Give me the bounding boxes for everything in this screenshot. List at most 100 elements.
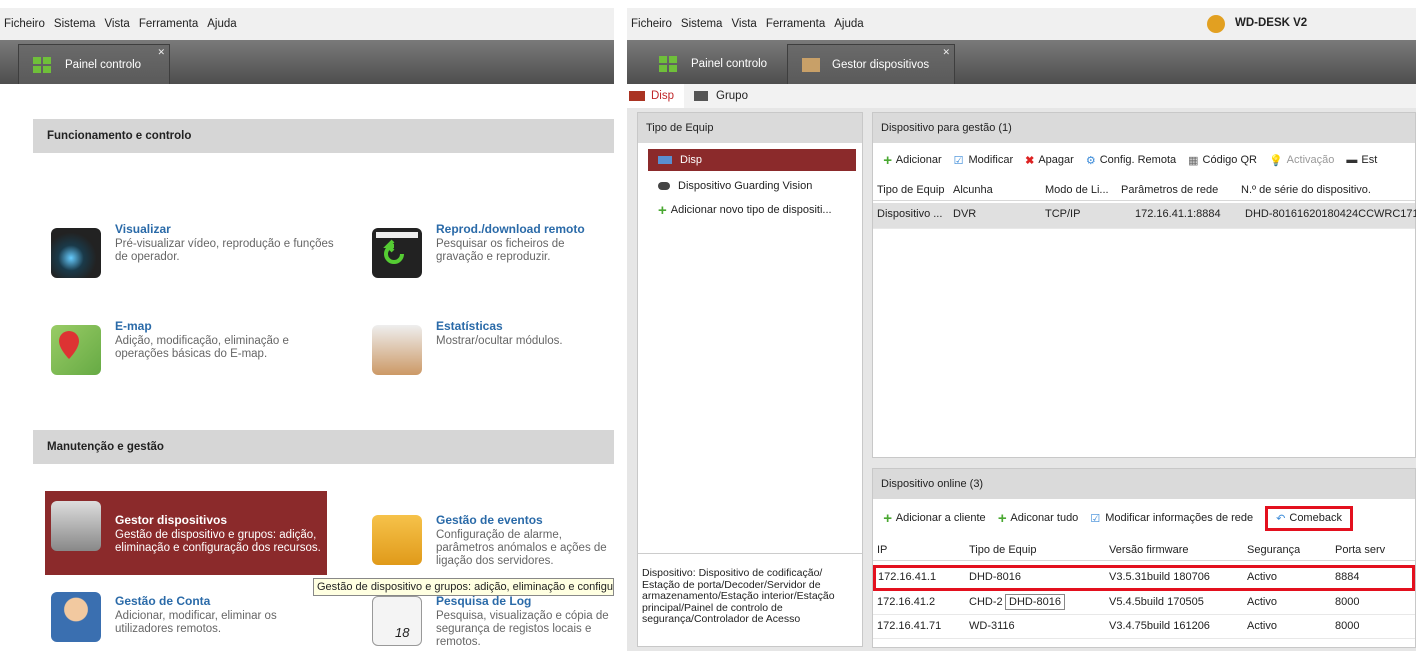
table-row[interactable]: 172.16.41.1 DHD-8016 V3.5.31build 180706… (873, 565, 1415, 591)
device-type-description: Dispositivo: Dispositivo de codificação/… (642, 567, 835, 625)
module-title: Gestor dispositivos (115, 513, 228, 527)
device-icon (658, 182, 670, 190)
tree-item-label: Disp (680, 154, 703, 166)
cell: 172.16.41.1:8884 (1135, 208, 1221, 220)
menu-ajuda[interactable]: Ajuda (834, 18, 863, 30)
panel-title: Dispositivo para gestão (1) (873, 113, 1415, 143)
tab-painel-controlo[interactable]: Painel controlo ✕ (18, 44, 170, 84)
log-calendar-icon: 18 (372, 596, 422, 646)
menu-vista[interactable]: Vista (731, 18, 756, 30)
column-header[interactable]: Porta serv (1335, 544, 1385, 556)
tree-item-label: Adicionar novo tipo de dispositi... (670, 204, 832, 216)
remote-config-button[interactable]: ⚙ Config. Remota (1086, 154, 1176, 167)
column-header[interactable]: IP (877, 544, 887, 556)
module-desc: Mostrar/ocultar módulos. (436, 335, 563, 347)
button-label: Est (1361, 154, 1378, 166)
button-label: Comeback (1289, 512, 1342, 524)
column-header[interactable]: Tipo de Equip (969, 544, 1036, 556)
menu-ficheiro[interactable]: Ficheiro (631, 18, 672, 30)
tree-item-add-type[interactable]: + Adicionar novo tipo de dispositi... (648, 199, 832, 221)
module-title: Pesquisa de Log (436, 594, 532, 608)
menu-bar: Ficheiro Sistema Vista Ferramenta Ajuda … (627, 8, 1416, 40)
add-button[interactable]: + Adicionar (883, 152, 942, 169)
subtab-grupo[interactable]: Grupo (684, 90, 758, 102)
undo-icon: ↶ (1276, 512, 1286, 525)
module-visualizar[interactable]: Visualizar Pré-visualizar vídeo, reprodu… (45, 218, 335, 298)
module-desc: Adicionar, modificar, eliminar os utiliz… (115, 610, 277, 635)
cell: WD-3116 (969, 620, 1015, 632)
cell: V5.4.5build 170505 (1109, 596, 1204, 608)
panel-grid-icon (33, 56, 51, 73)
column-header[interactable]: Tipo de Equip (877, 184, 944, 196)
column-header[interactable]: Alcunha (953, 184, 993, 196)
subtab-disp[interactable]: Disp (627, 84, 685, 108)
user-account-icon (51, 592, 101, 642)
menu-bar: Ficheiro Sistema Vista Ferramenta Ajuda (0, 8, 614, 40)
cell: CHD-2 (969, 596, 1003, 608)
modify-network-button[interactable]: ☑ Modificar informações de rede (1090, 512, 1253, 525)
tree-item-disp[interactable]: Disp (648, 149, 856, 171)
app-logo-icon (1207, 15, 1225, 33)
table-row[interactable]: 172.16.41.2 CHD-2 V5.4.5build 170505 Act… (873, 591, 1415, 615)
table-row[interactable]: Dispositivo ... DVR TCP/IP 172.16.41.1:8… (873, 203, 1416, 229)
menu-sistema[interactable]: Sistema (681, 18, 723, 30)
table-row[interactable]: 172.16.41.71 WD-3116 V3.4.75build 161206… (873, 615, 1415, 639)
module-title: Reprod./download remoto (436, 222, 585, 236)
edit-icon: ☑ (1090, 512, 1101, 525)
sub-tabs: Disp Grupo (627, 84, 1416, 108)
tab-label: Painel controlo (691, 58, 768, 70)
add-all-button[interactable]: + Adiconar tudo (998, 510, 1079, 527)
column-header[interactable]: N.º de série do dispositivo. (1241, 184, 1371, 196)
column-header[interactable]: Versão firmware (1109, 544, 1188, 556)
plus-icon: + (883, 509, 892, 527)
module-desc: Pré-visualizar vídeo, reprodução e funçõ… (115, 238, 334, 263)
close-icon[interactable]: ✕ (942, 47, 950, 58)
module-title: Gestão de eventos (436, 513, 543, 527)
menu-ferramenta[interactable]: Ferramenta (139, 18, 198, 30)
delete-icon: ✖ (1025, 154, 1035, 167)
module-gestor-dispositivos[interactable]: Gestor dispositivos Gestão de dispositiv… (45, 491, 327, 575)
tree-item-guarding-vision[interactable]: Dispositivo Guarding Vision (648, 175, 812, 197)
panel-grid-icon (659, 56, 677, 72)
tab-painel-controlo[interactable]: Painel controlo (645, 44, 785, 84)
close-icon[interactable]: ✕ (157, 47, 165, 58)
status-button[interactable]: ▬ Est (1346, 154, 1377, 166)
module-pesquisa-log[interactable]: 18 Pesquisa de Log Pesquisa, visualizaçã… (366, 590, 614, 651)
module-gestao-conta[interactable]: Gestão de Conta Adicionar, modificar, el… (45, 590, 335, 651)
delete-button[interactable]: ✖ Apagar (1025, 154, 1074, 167)
menu-ferramenta[interactable]: Ferramenta (766, 18, 825, 30)
button-label: Activação (1286, 154, 1335, 166)
menu-sistema[interactable]: Sistema (54, 18, 96, 30)
cell: DHD-80161620180424CCWRC17102 (1245, 208, 1416, 220)
menu-ficheiro[interactable]: Ficheiro (4, 18, 45, 30)
modify-button[interactable]: ☑ Modificar (954, 154, 1014, 167)
module-title: Gestão de Conta (115, 594, 211, 608)
device-icon (629, 91, 645, 101)
activation-button[interactable]: 💡 Activação (1269, 154, 1334, 167)
camera-view-icon (51, 228, 101, 278)
section-title: Manutenção e gestão (47, 441, 164, 453)
event-folder-icon (372, 515, 422, 565)
column-header[interactable]: Modo de Li... (1045, 184, 1109, 196)
cell: Activo (1247, 620, 1277, 632)
section-funcionamento: Funcionamento e controlo (33, 119, 614, 153)
button-label: Modificar informações de rede (1105, 512, 1254, 524)
module-reprod[interactable]: Reprod./download remoto Pesquisar os fic… (366, 218, 614, 298)
control-panel-window: Ficheiro Sistema Vista Ferramenta Ajuda … (0, 0, 614, 651)
module-gestao-eventos[interactable]: Gestão de eventos Configuração de alarme… (366, 505, 614, 585)
module-estatisticas[interactable]: Estatísticas Mostrar/ocultar módulos. (366, 315, 614, 395)
tab-gestor-dispositivos[interactable]: Gestor dispositivos ✕ (787, 44, 955, 84)
device-manager-window: Ficheiro Sistema Vista Ferramenta Ajuda … (627, 0, 1416, 651)
online-table-header: IP Tipo de Equip Versão firmware Seguran… (873, 539, 1415, 561)
comeback-button[interactable]: ↶ Comeback (1265, 505, 1353, 531)
plus-icon: + (997, 509, 1007, 527)
menu-ajuda[interactable]: Ajuda (207, 18, 236, 30)
subtab-label: Disp (651, 90, 675, 102)
column-header[interactable]: Segurança (1247, 544, 1300, 556)
column-header[interactable]: Parâmetros de rede (1121, 184, 1218, 196)
qr-code-button[interactable]: ▦ Código QR (1188, 154, 1257, 167)
add-to-client-button[interactable]: + Adicionar a cliente (883, 510, 986, 527)
tree-item-label: Dispositivo Guarding Vision (678, 180, 813, 192)
module-emap[interactable]: E-map Adição, modificação, eliminação e … (45, 315, 335, 395)
menu-vista[interactable]: Vista (104, 18, 129, 30)
